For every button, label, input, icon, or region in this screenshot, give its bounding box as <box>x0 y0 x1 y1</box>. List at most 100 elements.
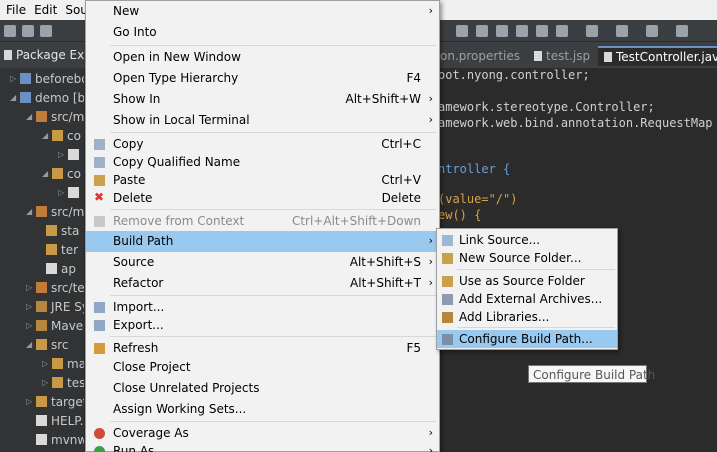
tree-item[interactable]: ▷ Mave <box>26 316 83 335</box>
tree-item[interactable]: ter <box>46 240 78 259</box>
menu-separator <box>110 45 436 46</box>
menu-item-build-path[interactable]: Build Path › <box>86 231 439 252</box>
toolbar-tool-icon[interactable] <box>536 25 548 37</box>
menu-item-open-new-window[interactable]: Open in New Window <box>86 47 439 68</box>
file-icon <box>36 434 47 445</box>
tree-item[interactable]: ◢ src/m <box>26 107 84 126</box>
new-wizard-icon[interactable] <box>4 25 16 37</box>
menu-item-delete[interactable]: ✖ Delete Delete <box>86 188 439 209</box>
menu-item-export[interactable]: Export... <box>86 315 439 336</box>
run-icon <box>94 446 105 452</box>
tree-item[interactable]: ▷ tes <box>42 373 84 392</box>
submenu-item-add-libraries[interactable]: Add Libraries... <box>437 308 617 326</box>
menu-separator <box>457 327 615 328</box>
tab-test-jsp[interactable]: test.jsp <box>534 46 590 66</box>
tree-item[interactable]: ▷ ma <box>42 354 84 373</box>
folder-icon <box>36 339 47 350</box>
context-menu: New › Go Into Open in New Window Open Typ… <box>85 0 440 452</box>
submenu-item-use-as-source-folder[interactable]: Use as Source Folder <box>437 272 617 290</box>
folder-icon <box>52 358 63 369</box>
tree-item[interactable]: ▷ src/te <box>26 278 84 297</box>
tree-item[interactable]: ◢ demo [b <box>10 88 84 107</box>
java-file-icon <box>604 52 612 62</box>
menu-item-show-in[interactable]: Show In Alt+Shift+W › <box>86 89 439 110</box>
tree-item[interactable]: mvnw <box>36 430 84 449</box>
menu-item-run-as[interactable]: Run As › <box>86 441 439 452</box>
menu-edit[interactable]: Edit <box>34 3 57 17</box>
code-line: (value="/") <box>438 192 518 206</box>
java-file-icon <box>68 187 79 198</box>
copy-qualified-icon <box>94 157 105 168</box>
delete-icon: ✖ <box>94 190 105 204</box>
code-line: amework.stereotype.Controller; <box>438 100 655 114</box>
menu-item-remove-from-context[interactable]: Remove from Context Ctrl+Alt+Shift+Down <box>86 211 439 232</box>
menu-item-close-unrelated-projects[interactable]: Close Unrelated Projects <box>86 378 439 399</box>
menu-item-show-local-terminal[interactable]: Show in Local Terminal › <box>86 110 439 131</box>
source-folder-icon <box>36 206 47 217</box>
use-source-folder-icon <box>442 276 453 287</box>
tree-item[interactable]: ◢ co <box>42 164 81 183</box>
menu-separator <box>110 336 436 337</box>
tree-item[interactable]: ◢ src/m <box>26 202 84 221</box>
menu-item-refactor[interactable]: Refactor Alt+Shift+T › <box>86 273 439 294</box>
menu-item-refresh[interactable]: Refresh F5 <box>86 338 439 359</box>
menu-item-new[interactable]: New › <box>86 1 439 22</box>
menu-separator <box>110 295 436 296</box>
tree-item[interactable]: ◢ src <box>26 335 69 354</box>
save-all-icon[interactable] <box>40 25 52 37</box>
library-icon <box>36 320 47 331</box>
submenu-item-new-source-folder[interactable]: New Source Folder... <box>437 249 617 267</box>
toolbar-tool-icon[interactable] <box>556 25 568 37</box>
submenu-item-link-source[interactable]: Link Source... <box>437 231 617 249</box>
source-folder-icon <box>36 111 47 122</box>
new-source-folder-icon <box>442 253 453 264</box>
back-arrow-icon[interactable] <box>616 25 628 37</box>
menu-item-source[interactable]: Source Alt+Shift+S › <box>86 252 439 273</box>
submenu-item-configure-build-path[interactable]: Configure Build Path... <box>437 330 617 348</box>
tree-item[interactable]: ▷ <box>58 145 83 164</box>
folder-icon <box>46 225 57 236</box>
submenu-arrow-icon: › <box>428 276 433 289</box>
submenu-arrow-icon: › <box>428 113 433 126</box>
link-source-icon <box>442 235 453 246</box>
save-icon[interactable] <box>22 25 34 37</box>
folder-icon <box>46 244 57 255</box>
toolbar-tool-icon[interactable] <box>456 25 468 37</box>
libraries-icon <box>442 312 453 323</box>
tree-item[interactable]: sta <box>46 221 79 240</box>
menu-item-go-into[interactable]: Go Into <box>86 22 439 43</box>
tab-properties[interactable]: on.properties <box>440 46 520 66</box>
project-icon <box>20 92 31 103</box>
configure-build-path-icon <box>442 334 453 345</box>
toolbar-tool-icon[interactable] <box>516 25 528 37</box>
tree-item[interactable]: ▷ <box>58 183 83 202</box>
submenu-arrow-icon: › <box>428 92 433 105</box>
forward-arrow-icon[interactable] <box>646 25 658 37</box>
folder-icon <box>52 377 63 388</box>
package-icon <box>52 168 63 179</box>
tree-item[interactable]: ◢ co <box>42 126 81 145</box>
build-path-submenu: Link Source... New Source Folder... Use … <box>436 228 618 350</box>
tree-item[interactable]: ▷ beforebo <box>10 69 84 88</box>
toolbar-tool-icon[interactable] <box>476 25 488 37</box>
menu-item-close-project[interactable]: Close Project <box>86 357 439 378</box>
toolbar-tool-icon[interactable] <box>586 25 598 37</box>
submenu-arrow-icon: › <box>428 426 433 439</box>
navigate-arrow-icon[interactable] <box>676 25 688 37</box>
menu-item-open-type-hierarchy[interactable]: Open Type Hierarchy F4 <box>86 68 439 89</box>
tree-item[interactable]: ap <box>46 259 76 278</box>
tree-item[interactable]: ▷ target <box>26 392 84 411</box>
tab-test-controller[interactable]: TestController.java <box>598 46 717 66</box>
paste-icon <box>94 175 105 186</box>
code-line: ew() { <box>438 208 482 222</box>
external-archives-icon <box>442 294 453 305</box>
menu-item-assign-working-sets[interactable]: Assign Working Sets... <box>86 399 439 420</box>
tree-item[interactable]: ▷JRE Sy <box>26 297 84 316</box>
toolbar-tool-icon[interactable] <box>496 25 508 37</box>
tree-item[interactable]: HELP. <box>36 411 83 430</box>
java-file-icon <box>68 149 79 160</box>
menu-file[interactable]: File <box>6 3 26 17</box>
submenu-item-add-external-archives[interactable]: Add External Archives... <box>437 290 617 308</box>
package-explorer-tab[interactable]: Package Exp <box>0 42 84 68</box>
folder-icon <box>36 396 47 407</box>
